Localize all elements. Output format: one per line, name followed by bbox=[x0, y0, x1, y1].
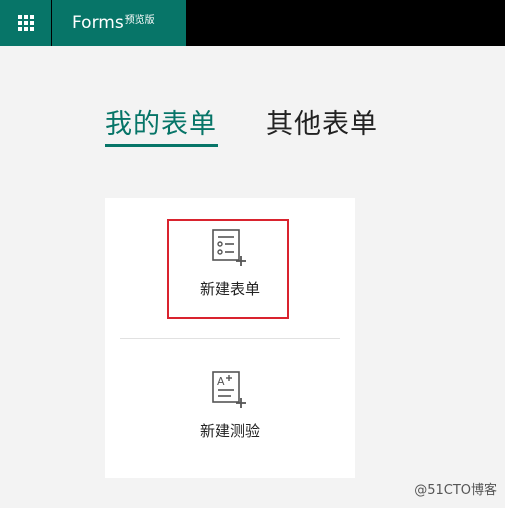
active-tab-indicator bbox=[105, 144, 218, 147]
svg-text:A: A bbox=[217, 375, 225, 388]
tab-other-forms[interactable]: 其他表单 bbox=[266, 102, 378, 141]
tab-my-forms[interactable]: 我的表单 bbox=[105, 102, 217, 141]
app-name: Forms bbox=[72, 13, 124, 33]
waffle-icon bbox=[17, 15, 34, 31]
divider bbox=[120, 338, 340, 339]
annotation-highlight-box bbox=[167, 219, 289, 319]
app-brand[interactable]: Forms 预览版 bbox=[52, 0, 186, 46]
top-bar: Forms 预览版 bbox=[0, 0, 505, 46]
new-quiz-button[interactable]: A 新建测验 bbox=[105, 370, 355, 441]
app-launcher-button[interactable] bbox=[0, 0, 51, 46]
new-quiz-icon: A bbox=[212, 371, 246, 408]
watermark: @51CTO博客 bbox=[414, 483, 497, 498]
preview-badge: 预览版 bbox=[124, 14, 155, 26]
new-quiz-label: 新建测验 bbox=[199, 422, 260, 440]
